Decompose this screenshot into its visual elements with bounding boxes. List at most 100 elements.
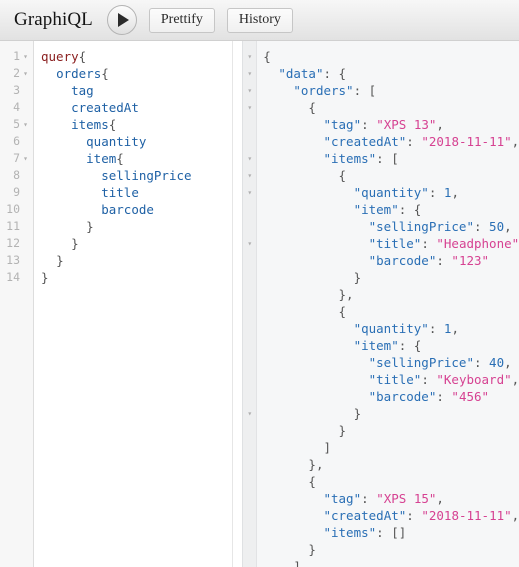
fold-placeholder: ▾ — [21, 167, 30, 184]
code-token: "Headphone" — [436, 236, 519, 251]
code-line: "orders": [ — [263, 82, 519, 99]
fold-toggle-icon[interactable]: ▾ — [245, 235, 254, 252]
graphiql-app: GraphiQL Prettify History 1▾2▾3▾4▾5▾6▾7▾… — [0, 0, 519, 567]
fold-placeholder: ▾ — [245, 456, 254, 473]
fold-placeholder: ▾ — [21, 99, 30, 116]
fold-toggle-icon[interactable]: ▾ — [21, 150, 30, 167]
gutter-line: ▾ — [243, 218, 256, 235]
result-viewer[interactable]: { "data": { "orders": [ { "tag": "XPS 13… — [257, 41, 519, 567]
gutter-line: ▾ — [243, 252, 256, 269]
fold-placeholder: ▾ — [245, 201, 254, 218]
gutter-line: ▾ — [243, 133, 256, 150]
gutter-line: 5 ▾ — [0, 116, 33, 133]
gutter-line: ▾ — [243, 269, 256, 286]
fold-placeholder: ▾ — [21, 82, 30, 99]
fold-toggle-icon[interactable]: ▾ — [245, 167, 254, 184]
code-line: item{ — [41, 150, 232, 167]
code-line: "items": [] — [263, 524, 519, 541]
code-token: : [ — [353, 83, 377, 98]
fold-placeholder: ▾ — [245, 133, 254, 150]
fold-placeholder: ▾ — [21, 184, 30, 201]
code-token: : — [361, 491, 377, 506]
gutter-line: ▾ — [243, 116, 256, 133]
fold-toggle-icon[interactable]: ▾ — [245, 48, 254, 65]
code-token: : { — [398, 338, 422, 353]
code-line: title — [41, 184, 232, 201]
code-token: 40 — [489, 355, 505, 370]
code-token: "title" — [368, 372, 422, 387]
code-token: "XPS 15" — [376, 491, 437, 506]
code-token: : — [421, 372, 437, 387]
code-token: quantity — [86, 134, 147, 149]
code-token: items — [71, 117, 109, 132]
fold-placeholder: ▾ — [21, 235, 30, 252]
code-line: "item": { — [263, 201, 519, 218]
fold-toggle-icon[interactable]: ▾ — [245, 184, 254, 201]
code-line: createdAt — [41, 99, 232, 116]
code-token: : — [436, 253, 452, 268]
line-number: 14 — [6, 270, 20, 284]
code-token: "quantity" — [353, 321, 429, 336]
code-token: "456" — [451, 389, 490, 404]
code-token: , — [511, 508, 519, 523]
code-token: 50 — [489, 219, 505, 234]
gutter-line: ▾ — [243, 371, 256, 388]
fold-toggle-icon[interactable]: ▾ — [21, 116, 30, 133]
fold-toggle-icon[interactable]: ▾ — [245, 82, 254, 99]
fold-placeholder: ▾ — [245, 116, 254, 133]
fold-toggle-icon[interactable]: ▾ — [245, 405, 254, 422]
pane-divider[interactable] — [231, 41, 243, 567]
code-line: "item": { — [263, 337, 519, 354]
execute-query-button[interactable] — [106, 5, 137, 35]
code-line: "items": [ — [263, 150, 519, 167]
code-line: ] — [263, 558, 519, 567]
code-token: , — [451, 185, 459, 200]
gutter-line: ▾ — [243, 337, 256, 354]
code-token: { — [308, 474, 316, 489]
line-number: 1 — [13, 49, 20, 63]
code-token: "item" — [353, 202, 399, 217]
code-token: } — [41, 270, 49, 285]
code-line: "barcode": "123" — [263, 252, 519, 269]
gutter-line: 12▾ — [0, 235, 33, 252]
gutter-line: ▾ — [243, 354, 256, 371]
code-token: { — [338, 168, 347, 183]
prettify-button[interactable]: Prettify — [148, 7, 215, 33]
code-line: "title": "Headphone", — [263, 235, 519, 252]
code-token: { — [263, 49, 271, 64]
code-token: { — [78, 49, 87, 64]
code-token: "XPS 13" — [376, 117, 437, 132]
fold-toggle-icon[interactable]: ▾ — [245, 65, 254, 82]
fold-placeholder: ▾ — [245, 422, 254, 439]
gutter-line: 6▾ — [0, 133, 33, 150]
code-line: { — [263, 99, 519, 116]
code-token: "item" — [353, 338, 399, 353]
code-token: "sellingPrice" — [368, 219, 474, 234]
code-line: "createdAt": "2018-11-11", — [263, 133, 519, 150]
code-token: }, — [308, 457, 324, 472]
gutter-line: ▾ — [243, 524, 256, 541]
code-line: tag — [41, 82, 232, 99]
code-line: orders{ — [41, 65, 232, 82]
fold-placeholder: ▾ — [245, 541, 254, 558]
fold-placeholder: ▾ — [21, 218, 30, 235]
fold-placeholder: ▾ — [245, 303, 254, 320]
code-token: { — [338, 304, 347, 319]
fold-toggle-icon[interactable]: ▾ — [21, 65, 30, 82]
fold-toggle-icon[interactable]: ▾ — [245, 150, 254, 167]
fold-placeholder: ▾ — [245, 286, 254, 303]
history-button[interactable]: History — [226, 7, 293, 33]
gutter-line: ▾ — [243, 320, 256, 337]
code-token: sellingPrice — [101, 168, 192, 183]
code-token: : — [421, 236, 437, 251]
gutter-line: ▾ — [243, 286, 256, 303]
code-line: { — [263, 167, 519, 184]
code-token: } — [338, 423, 347, 438]
fold-toggle-icon[interactable]: ▾ — [245, 99, 254, 116]
fold-toggle-icon[interactable]: ▾ — [21, 48, 30, 65]
code-token: : — [473, 355, 490, 370]
code-token: "items" — [323, 151, 377, 166]
code-token: , — [511, 372, 519, 387]
code-line: "sellingPrice": 40, — [263, 354, 519, 371]
query-editor[interactable]: query{ orders{ tag createdAt items{ quan… — [34, 41, 232, 567]
